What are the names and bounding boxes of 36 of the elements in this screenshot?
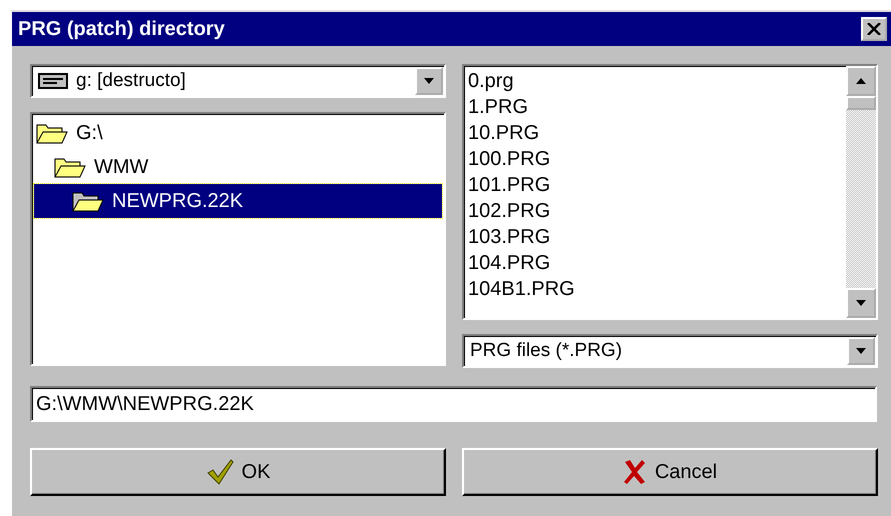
ok-button[interactable]: OK [30,448,446,496]
folder-icon [36,122,68,144]
cancel-button[interactable]: Cancel [462,448,878,496]
folder-item[interactable]: WMW [34,150,442,184]
folder-item[interactable]: G:\ [34,116,442,150]
up-arrow-icon [856,78,866,84]
path-field[interactable]: G:\WMW\NEWPRG.22K [30,386,877,422]
file-item[interactable]: 103.PRG [468,224,842,250]
file-item[interactable]: 104.PRG [468,250,842,276]
file-item[interactable]: 100.PRG [468,146,842,172]
file-item[interactable]: 104B1.PRG [468,276,842,302]
drive-dropdown[interactable]: g: [destructo] [30,64,446,98]
file-item[interactable]: 10.PRG [468,120,842,146]
filter-dropdown[interactable]: PRG files (*.PRG) [462,334,878,368]
window-title: PRG (patch) directory [18,18,225,40]
drive-icon [38,73,68,89]
close-icon [622,459,647,485]
down-arrow-icon [424,78,434,84]
scroll-up-button[interactable] [846,66,876,96]
file-item[interactable]: 0.prg [468,68,842,94]
close-button[interactable] [861,17,887,41]
folder-item[interactable]: NEWPRG.22K [34,184,442,218]
folder-icon [72,190,104,212]
close-icon [867,23,881,35]
file-item[interactable]: 102.PRG [468,198,842,224]
down-arrow-icon [856,348,866,354]
down-arrow-icon [856,300,866,306]
check-icon [206,459,234,485]
file-item[interactable]: 1.PRG [468,94,842,120]
dropdown-button[interactable] [847,337,875,365]
folder-icon [54,156,86,178]
scrollbar[interactable] [846,66,876,318]
scroll-down-button[interactable] [846,288,876,318]
dropdown-button[interactable] [415,67,443,95]
file-item[interactable]: 101.PRG [468,172,842,198]
scroll-thumb[interactable] [846,96,876,110]
